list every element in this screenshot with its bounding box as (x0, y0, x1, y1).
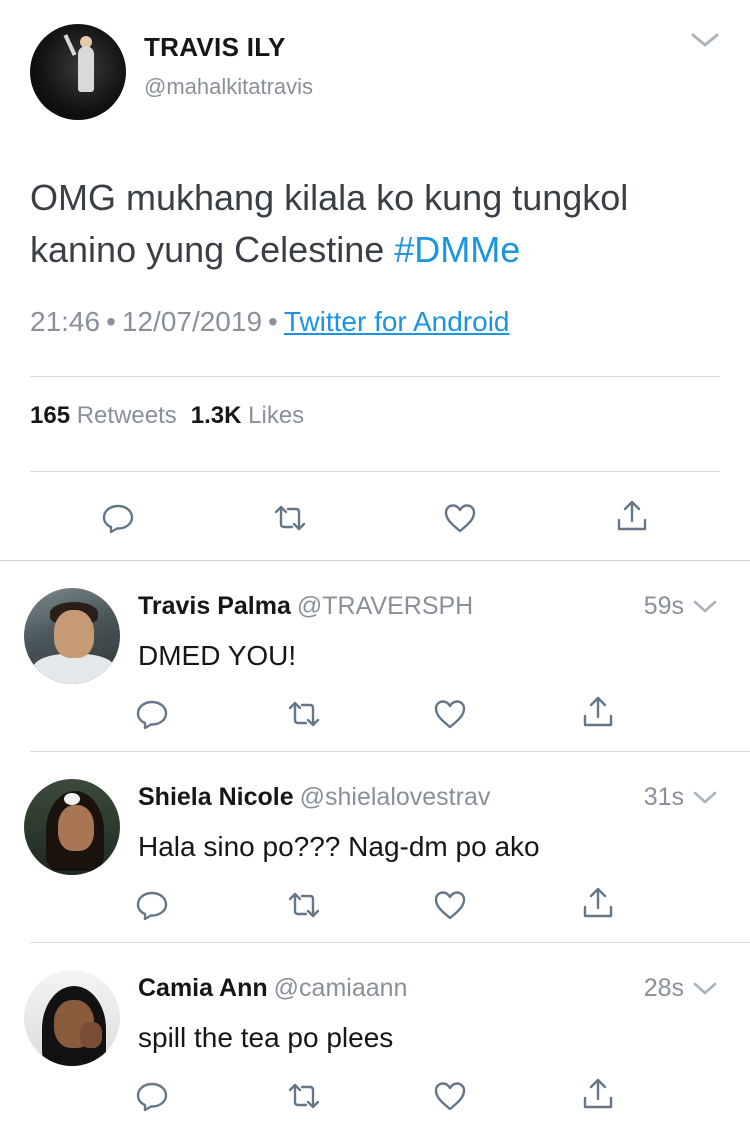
reply-text: Hala sino po??? Nag-dm po ako (138, 831, 540, 862)
reply-time: 28s (643, 974, 684, 1002)
like-icon[interactable] (432, 1078, 468, 1114)
share-icon[interactable] (580, 885, 616, 921)
main-tweet: TRAVIS ILY @mahalkitatravis OMG mukhang … (0, 0, 750, 560)
retweet-icon[interactable] (286, 1078, 322, 1114)
reply-icon[interactable] (100, 500, 136, 536)
reply-tweet[interactable]: Shiela Nicole @shielalovestrav 31s Hala s… (0, 753, 750, 943)
retweet-count: 165 (30, 402, 71, 429)
reply-text: spill the tea po plees (138, 1022, 394, 1053)
chevron-down-icon[interactable] (692, 789, 718, 807)
avatar[interactable] (24, 970, 120, 1066)
divider (30, 942, 750, 943)
like-icon[interactable] (432, 887, 468, 923)
reply-author-handle: @camiaann (273, 974, 408, 1002)
divider (30, 471, 720, 472)
retweet-label: Retweets (76, 402, 177, 429)
avatar[interactable] (24, 588, 120, 684)
retweet-icon[interactable] (286, 696, 322, 732)
share-icon[interactable] (580, 694, 616, 730)
avatar[interactable] (24, 779, 120, 875)
retweet-icon[interactable] (272, 500, 308, 536)
like-icon[interactable] (442, 500, 478, 536)
reply-icon[interactable] (134, 1078, 170, 1114)
reply-author-handle: @TRAVERSPH (296, 592, 474, 620)
like-label: Likes (248, 402, 305, 429)
reply-author-name: Camia Ann (138, 974, 268, 1002)
retweet-icon[interactable] (286, 887, 322, 923)
author-avatar[interactable] (30, 24, 126, 120)
hashtag-link[interactable]: #DMMe (394, 229, 520, 270)
retweets-stat[interactable]: 165 Retweets (30, 402, 177, 429)
tweet-time: 21:46 (30, 306, 101, 337)
reply-icon[interactable] (134, 887, 170, 923)
tweet-body: OMG mukhang kilala ko kung tungkol kanin… (30, 177, 629, 270)
reply-time: 59s (643, 592, 684, 620)
divider (0, 560, 750, 561)
reply-author-name: Travis Palma (138, 592, 291, 620)
reply-time: 31s (643, 783, 684, 811)
reply-author-handle: @shielalovestrav (299, 783, 491, 811)
author-handle[interactable]: @mahalkitatravis (144, 74, 313, 100)
tweet-date: 12/07/2019 (121, 306, 263, 337)
reply-author-name: Shiela Nicole (138, 783, 294, 811)
like-icon[interactable] (432, 696, 468, 732)
meta-separator: • (268, 306, 278, 337)
share-icon[interactable] (580, 1076, 616, 1112)
chevron-down-icon[interactable] (692, 598, 718, 616)
reply-icon[interactable] (134, 696, 170, 732)
like-count: 1.3K (190, 402, 242, 429)
chevron-down-icon[interactable] (692, 980, 718, 998)
reply-tweet[interactable]: Camia Ann @camiaann 28s spill the tea po … (0, 944, 750, 1134)
tweet-text: OMG mukhang kilala ko kung tungkol kanin… (30, 172, 730, 276)
divider (30, 376, 720, 377)
reply-author[interactable]: Travis Palma @TRAVERSPH (138, 592, 473, 621)
author-name[interactable]: TRAVIS ILY (144, 32, 286, 63)
reply-tweet[interactable]: Travis Palma @TRAVERSPH 59s DMED YOU! (0, 562, 750, 752)
share-icon[interactable] (614, 498, 650, 534)
tweet-meta: 21:46 • 12/07/2019 • Twitter for Android (30, 306, 510, 338)
likes-stat[interactable]: 1.3K Likes (191, 402, 304, 429)
divider (30, 751, 750, 752)
meta-separator: • (106, 306, 116, 337)
chevron-down-icon[interactable] (690, 30, 720, 50)
reply-text: DMED YOU! (138, 640, 297, 671)
reply-author[interactable]: Camia Ann @camiaann (138, 974, 407, 1003)
tweet-stats: 165 Retweets 1.3K Likes (30, 402, 304, 430)
tweet-source-link[interactable]: Twitter for Android (284, 306, 510, 337)
reply-author[interactable]: Shiela Nicole @shielalovestrav (138, 783, 490, 812)
